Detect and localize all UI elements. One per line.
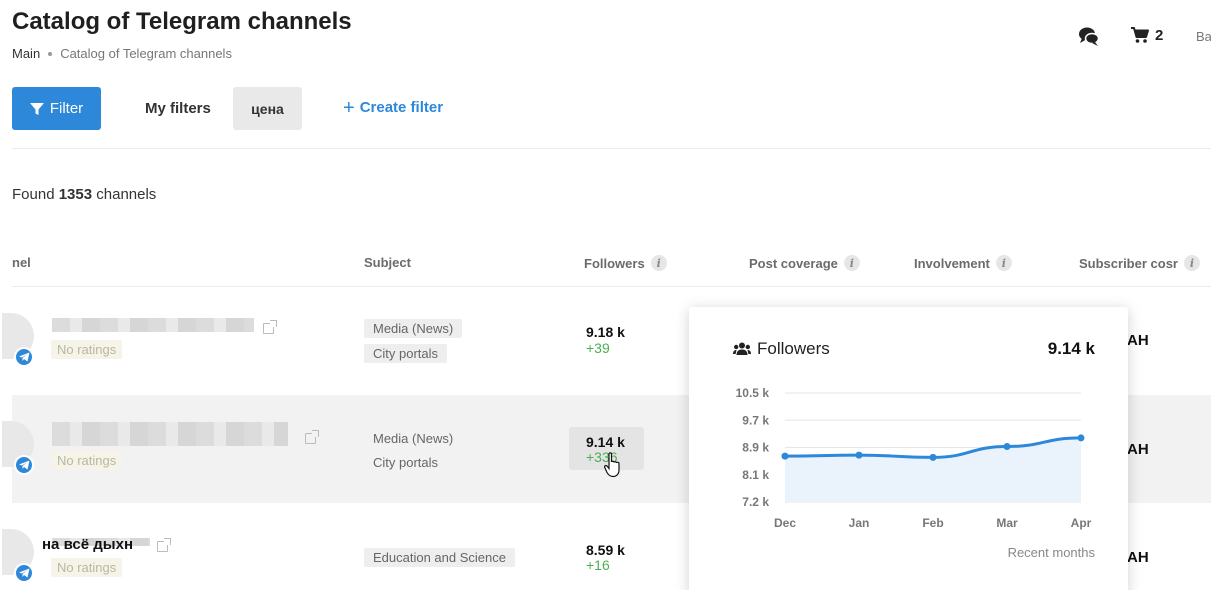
y-tick-label: 8.1 k [742, 468, 769, 482]
info-icon[interactable]: i [1184, 255, 1200, 271]
column-header-followers[interactable]: Followers i [584, 255, 667, 271]
external-link-icon[interactable] [263, 320, 277, 334]
subscriber-cost-value: AH [1127, 549, 1149, 566]
x-tick-label: Jan [849, 516, 870, 530]
column-header-label: Post coverage [749, 255, 838, 271]
info-icon[interactable]: i [995, 255, 1012, 271]
filter-button[interactable]: Filter [12, 87, 101, 130]
results-count: Found 1353 channels [12, 186, 156, 203]
results-prefix: Found [12, 186, 55, 203]
followers-value: 8.59 k [586, 542, 625, 558]
info-icon[interactable]: i [843, 255, 860, 271]
subject-tag[interactable]: Education and Science [364, 548, 515, 567]
followers-value: 9.14 k [586, 434, 625, 450]
saved-filter-chip[interactable]: цена [233, 87, 302, 130]
followers-delta: +39 [586, 340, 610, 356]
x-tick-label: Mar [996, 516, 1018, 530]
telegram-icon [14, 347, 34, 367]
subject-tag[interactable]: City portals [364, 453, 447, 472]
create-filter-label: Create filter [359, 99, 444, 116]
column-header-label: Involvement [914, 255, 990, 271]
column-header-label: Followers [584, 255, 645, 271]
breadcrumb-current: Catalog of Telegram channels [60, 46, 232, 61]
column-header-label: Subscriber cosr [1079, 255, 1178, 271]
column-header-post-coverage[interactable]: Post coverage i [749, 255, 860, 271]
column-header-channel[interactable]: nel [12, 255, 31, 270]
column-header-label: nel [12, 255, 31, 270]
subject-tag[interactable]: City portals [364, 344, 448, 363]
telegram-icon [14, 455, 34, 475]
toolbar-divider [12, 148, 1211, 149]
plus-icon: + [343, 96, 355, 119]
followers-delta: +16 [586, 557, 610, 573]
y-tick-label: 7.2 k [742, 495, 769, 509]
data-point [1077, 434, 1085, 442]
breadcrumb-separator [48, 51, 53, 56]
info-icon[interactable]: i [650, 255, 667, 271]
y-tick-label: 9.7 k [742, 413, 769, 427]
data-point [1003, 443, 1011, 451]
rating-badge: No ratings [51, 451, 123, 470]
column-header-subscriber-cost[interactable]: Subscriber cosr i [1079, 255, 1200, 271]
breadcrumb-home-link[interactable]: Main [12, 46, 40, 61]
results-number: 1353 [58, 186, 93, 203]
data-point [929, 453, 937, 461]
popup-period-label: Recent months [1007, 545, 1095, 560]
external-link-icon[interactable] [305, 430, 319, 444]
data-point [855, 451, 863, 459]
x-tick-label: Feb [922, 516, 943, 530]
subscriber-cost-value: AH [1127, 441, 1149, 458]
header-actions: 2 Ba [1078, 26, 1211, 48]
channel-name-partial[interactable]: на всё дыхн [42, 536, 133, 553]
x-tick-label: Apr [1071, 516, 1092, 530]
followers-chart: 10.5 k 9.7 k 8.9 k 8.1 k 7.2 k Dec Jan Feb Mar Ap… [736, 386, 1092, 530]
breadcrumb: Main Catalog of Telegram channels [12, 46, 232, 61]
channel-name-redacted[interactable] [52, 422, 288, 446]
my-filters-label: My filters [145, 100, 211, 117]
column-header-subject[interactable]: Subject [364, 255, 411, 270]
page-title: Catalog of Telegram channels [12, 8, 352, 35]
followers-popup: Followers 9.14 k 10.5 k 9.7 k 8.9 k 8.1 k 7.… [689, 307, 1128, 590]
data-point [781, 452, 789, 460]
filter-button-label: Filter [49, 100, 84, 117]
y-tick-label: 8.9 k [742, 441, 769, 455]
chat-icon[interactable] [1078, 26, 1100, 48]
create-filter-link[interactable]: + Create filter [343, 96, 444, 119]
followers-value: 9.18 k [586, 324, 625, 340]
subject-tag[interactable]: Media (News) [364, 429, 462, 448]
cart-count: 2 [1155, 26, 1164, 44]
subscriber-cost-value: AH [1127, 332, 1149, 349]
cart-button[interactable]: 2 [1130, 26, 1163, 44]
results-suffix: channels [96, 186, 157, 203]
cart-icon [1131, 27, 1149, 43]
telegram-icon [14, 563, 34, 583]
column-header-involvement[interactable]: Involvement i [914, 255, 1012, 271]
column-header-label: Subject [364, 255, 411, 270]
channel-name-redacted[interactable] [52, 318, 254, 332]
y-tick-label: 10.5 k [736, 386, 770, 400]
language-selector[interactable]: Ba [1196, 29, 1211, 44]
x-tick-label: Dec [774, 516, 796, 530]
rating-badge: No ratings [51, 558, 123, 577]
hand-cursor-icon [604, 452, 620, 478]
rating-badge: No ratings [51, 340, 123, 359]
external-link-icon[interactable] [157, 538, 171, 552]
subject-tag[interactable]: Media (News) [364, 319, 463, 338]
funnel-icon [29, 102, 44, 115]
